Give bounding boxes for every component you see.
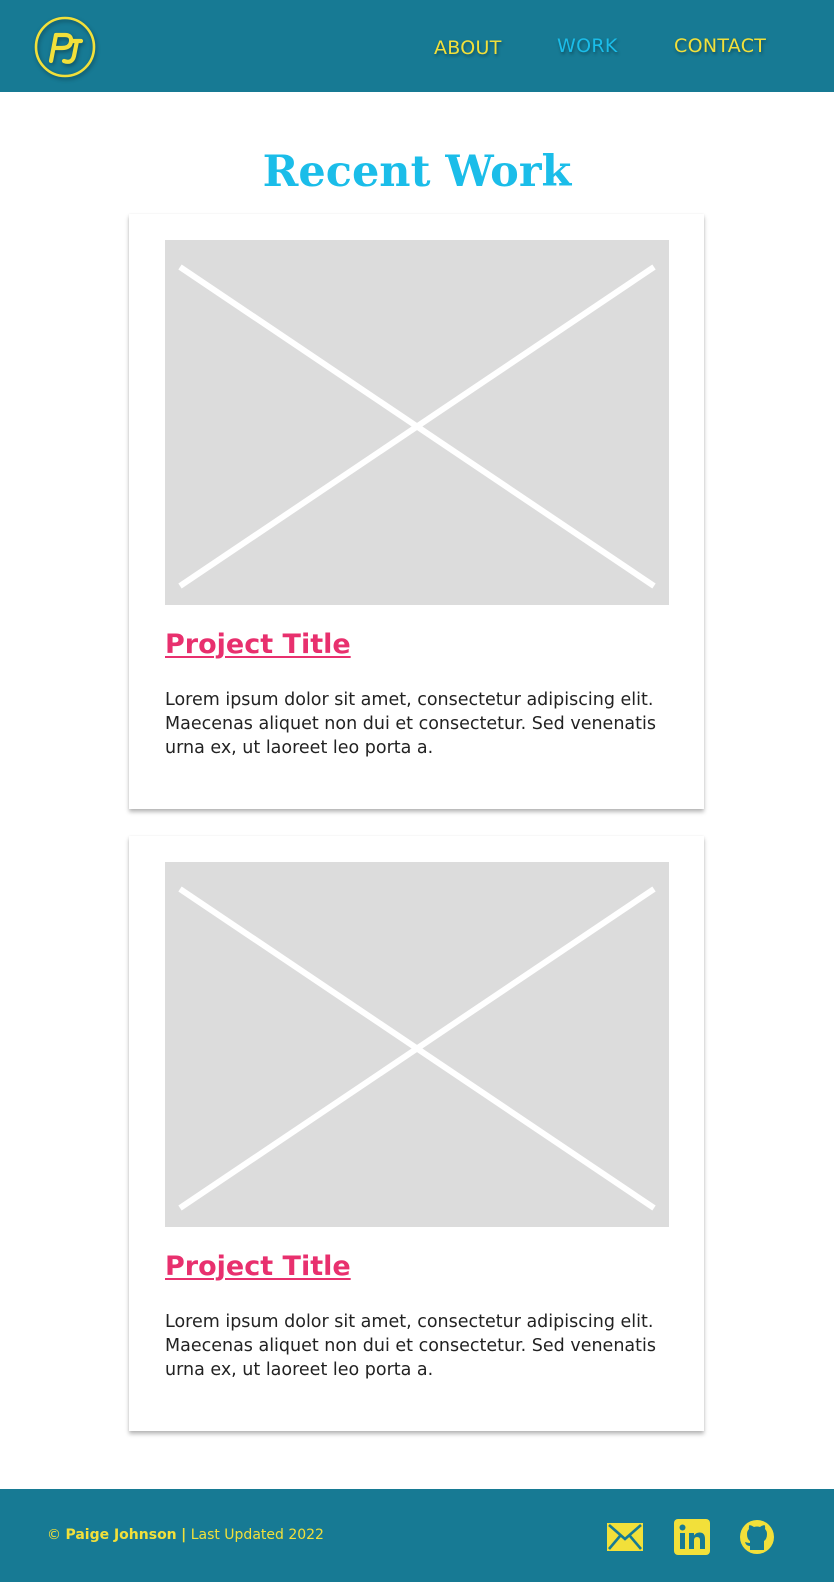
project-card: Project Title Lorem ipsum dolor sit amet… xyxy=(129,214,704,809)
linkedin-logo-icon xyxy=(674,1519,710,1555)
footer-updated: Last Updated 2022 xyxy=(190,1527,324,1543)
nav-about[interactable]: ABOUT xyxy=(434,36,502,60)
site-header: ABOUT WORK CONTACT xyxy=(0,0,834,92)
site-footer: © Paige Johnson | Last Updated 2022 xyxy=(0,1489,834,1582)
project-title-link[interactable]: Project Title xyxy=(165,1249,351,1285)
nav-contact[interactable]: CONTACT xyxy=(674,34,766,58)
github-icon[interactable] xyxy=(739,1519,775,1559)
image-placeholder-icon xyxy=(165,240,669,605)
project-description: Lorem ipsum dolor sit amet, consectetur … xyxy=(165,1312,656,1380)
linkedin-icon[interactable] xyxy=(674,1519,710,1559)
project-title-link[interactable]: Project Title xyxy=(165,627,351,663)
mail-icon[interactable] xyxy=(607,1523,643,1555)
site-logo[interactable] xyxy=(34,16,96,78)
footer-name: Paige Johnson xyxy=(65,1527,177,1543)
pj-logo-icon xyxy=(34,16,96,78)
nav-work[interactable]: WORK xyxy=(557,34,618,58)
project-card: Project Title Lorem ipsum dolor sit amet… xyxy=(129,836,704,1431)
image-placeholder-icon xyxy=(165,862,669,1227)
page-title: Recent Work xyxy=(262,147,572,197)
footer-copyright: © Paige Johnson | Last Updated 2022 xyxy=(47,1525,324,1545)
project-description: Lorem ipsum dolor sit amet, consectetur … xyxy=(165,690,656,758)
copyright-symbol: © xyxy=(47,1527,61,1543)
envelope-icon xyxy=(607,1523,643,1551)
footer-separator: | xyxy=(181,1527,187,1543)
github-octocat-icon xyxy=(740,1520,774,1554)
